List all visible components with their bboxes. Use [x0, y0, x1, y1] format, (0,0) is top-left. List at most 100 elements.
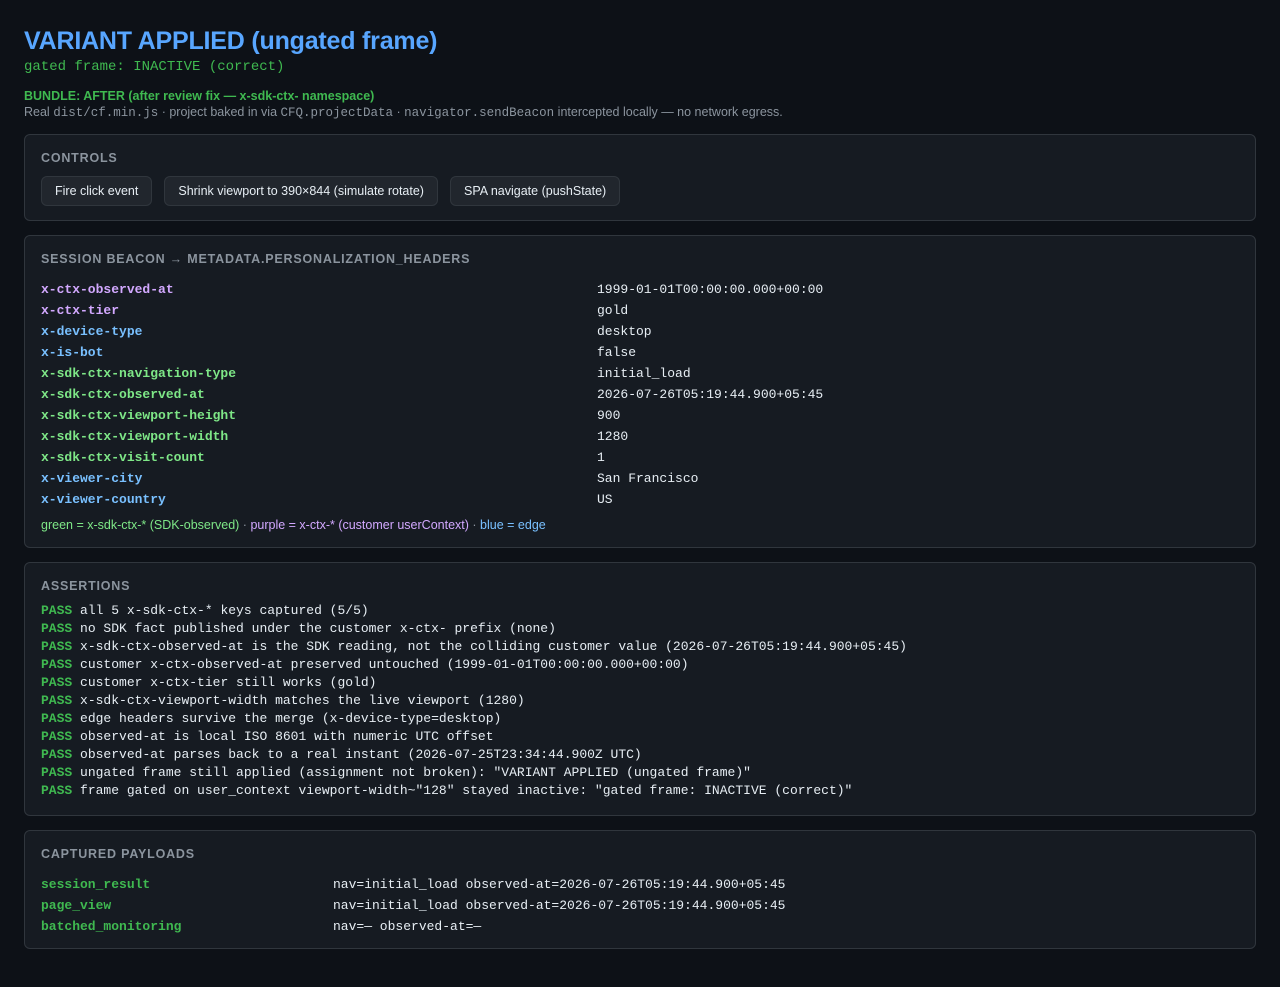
- session-beacon-title: SESSION BEACON → METADATA.PERSONALIZATIO…: [41, 252, 471, 266]
- header-value: desktop: [597, 324, 652, 339]
- header-key: x-ctx-tier: [41, 303, 120, 318]
- controls-panel: CONTROLS Fire click event Shrink viewpor…: [24, 134, 1256, 221]
- header-key: x-viewer-country: [41, 492, 166, 507]
- page-title: VARIANT APPLIED (ungated frame): [24, 27, 438, 55]
- assertion-status: PASS: [41, 621, 73, 636]
- assertion-text: observed-at parses back to a real instan…: [80, 747, 642, 762]
- header-value: 1280: [597, 429, 629, 444]
- header-value: initial_load: [597, 366, 691, 381]
- assertion-status: PASS: [41, 693, 73, 708]
- bundle-file: dist/cf.min.js: [53, 106, 159, 120]
- assertion-text: x-sdk-ctx-viewport-width matches the liv…: [80, 693, 525, 708]
- header-value: San Francisco: [597, 471, 699, 486]
- payload-summary: nav=initial_load observed-at=2026-07-26T…: [333, 898, 786, 913]
- header-key: x-device-type: [41, 324, 143, 339]
- header-row: x-sdk-ctx-viewport-width 1280: [41, 426, 1239, 447]
- header-key: x-viewer-city: [41, 471, 143, 486]
- header-key: x-sdk-ctx-viewport-width: [41, 429, 229, 444]
- payload-summary: nav=— observed-at=—: [333, 919, 482, 934]
- fire-click-button[interactable]: Fire click event: [41, 176, 153, 206]
- header-key: x-sdk-ctx-navigation-type: [41, 366, 237, 381]
- assertion-text: observed-at is local ISO 8601 with numer…: [80, 729, 494, 744]
- header-row: x-sdk-ctx-visit-count 1: [41, 447, 1239, 468]
- assertion-row: PASS all 5 x-sdk-ctx-* keys captured (5/…: [41, 602, 1239, 620]
- payload-list: session_result nav=initial_load observed-…: [41, 874, 1239, 937]
- assertion-status: PASS: [41, 603, 73, 618]
- assertion-status: PASS: [41, 747, 73, 762]
- bundle-label: BUNDLE: AFTER (after review fix — x-sdk-…: [24, 89, 375, 103]
- header-key: x-is-bot: [41, 345, 104, 360]
- assertions-panel: ASSERTIONS PASS all 5 x-sdk-ctx-* keys c…: [24, 562, 1256, 816]
- header-row: x-ctx-tier gold: [41, 300, 1239, 321]
- header-key: x-ctx-observed-at: [41, 282, 174, 297]
- controls-title: CONTROLS: [41, 151, 118, 165]
- assertion-row: PASS x-sdk-ctx-viewport-width matches th…: [41, 692, 1239, 710]
- assertion-text: all 5 x-sdk-ctx-* keys captured (5/5): [80, 603, 369, 618]
- header-row: x-viewer-city San Francisco: [41, 468, 1239, 489]
- legend-green: green = x-sdk-ctx-* (SDK-observed): [41, 518, 240, 532]
- assertion-text: edge headers survive the merge (x-device…: [80, 711, 502, 726]
- assertion-row: PASS frame gated on user_context viewpor…: [41, 782, 1239, 800]
- legend-blue: blue = edge: [480, 518, 546, 532]
- assertion-row: PASS x-sdk-ctx-observed-at is the SDK re…: [41, 638, 1239, 656]
- assertion-row: PASS observed-at parses back to a real i…: [41, 746, 1239, 764]
- header-row: x-sdk-ctx-viewport-height 900: [41, 405, 1239, 426]
- assertion-row: PASS customer x-ctx-observed-at preserve…: [41, 656, 1239, 674]
- header-row: x-ctx-observed-at 1999-01-01T00:00:00.000…: [41, 279, 1239, 300]
- assertion-text: ungated frame still applied (assignment …: [80, 765, 751, 780]
- gated-frame-status: gated frame: INACTIVE (correct): [24, 59, 285, 75]
- assertion-row: PASS no SDK fact published under the cus…: [41, 620, 1239, 638]
- header-row: x-is-bot false: [41, 342, 1239, 363]
- assertion-status: PASS: [41, 765, 73, 780]
- color-legend: green = x-sdk-ctx-* (SDK-observed) · pur…: [41, 518, 546, 532]
- header-value: 2026-07-26T05:19:44.900+05:45: [597, 387, 824, 402]
- header-row: x-device-type desktop: [41, 321, 1239, 342]
- assertions-title: ASSERTIONS: [41, 579, 131, 593]
- header-key: x-sdk-ctx-observed-at: [41, 387, 205, 402]
- legend-purple: purple = x-ctx-* (customer userContext): [250, 518, 469, 532]
- header-value: 1999-01-01T00:00:00.000+00:00: [597, 282, 824, 297]
- assertion-row: PASS ungated frame still applied (assign…: [41, 764, 1239, 782]
- assertion-text: customer x-ctx-tier still works (gold): [80, 675, 377, 690]
- header-key: x-sdk-ctx-viewport-height: [41, 408, 237, 423]
- assertion-status: PASS: [41, 783, 73, 798]
- assertion-status: PASS: [41, 639, 73, 654]
- header-value: 1: [597, 450, 605, 465]
- assertion-status: PASS: [41, 675, 73, 690]
- payload-row: session_result nav=initial_load observed-…: [41, 874, 1239, 895]
- assertion-status: PASS: [41, 711, 73, 726]
- payload-summary: nav=initial_load observed-at=2026-07-26T…: [333, 877, 786, 892]
- assertion-status: PASS: [41, 657, 73, 672]
- payload-row: page_view nav=initial_load observed-at=20…: [41, 895, 1239, 916]
- assertion-text: customer x-ctx-observed-at preserved unt…: [80, 657, 689, 672]
- payload-row: batched_monitoring nav=— observed-at=—: [41, 916, 1239, 937]
- captured-payloads-title: CAPTURED PAYLOADS: [41, 847, 195, 861]
- assertion-text: x-sdk-ctx-observed-at is the SDK reading…: [80, 639, 907, 654]
- assertion-row: PASS edge headers survive the merge (x-d…: [41, 710, 1239, 728]
- assertion-list: PASS all 5 x-sdk-ctx-* keys captured (5/…: [41, 602, 1239, 800]
- header-key: x-sdk-ctx-visit-count: [41, 450, 205, 465]
- payload-name: batched_monitoring: [41, 919, 182, 934]
- assertion-text: frame gated on user_context viewport-wid…: [80, 783, 853, 798]
- assertion-row: PASS observed-at is local ISO 8601 with …: [41, 728, 1239, 746]
- captured-payloads-panel: CAPTURED PAYLOADS session_result nav=init…: [24, 830, 1256, 949]
- session-beacon-panel: SESSION BEACON → METADATA.PERSONALIZATIO…: [24, 235, 1256, 548]
- assertion-row: PASS customer x-ctx-tier still works (go…: [41, 674, 1239, 692]
- header-row: x-viewer-country US: [41, 489, 1239, 510]
- header-value: false: [597, 345, 637, 360]
- assertion-status: PASS: [41, 729, 73, 744]
- header-list: x-ctx-observed-at 1999-01-01T00:00:00.000…: [41, 279, 1239, 510]
- shrink-viewport-button[interactable]: Shrink viewport to 390×844 (simulate rot…: [164, 176, 438, 206]
- payload-name: page_view: [41, 898, 112, 913]
- payload-name: session_result: [41, 877, 151, 892]
- spa-navigate-button[interactable]: SPA navigate (pushState): [449, 176, 621, 206]
- send-beacon-ref: navigator.sendBeacon: [404, 106, 555, 120]
- header-row: x-sdk-ctx-navigation-type initial_load: [41, 363, 1239, 384]
- header-value: 900: [597, 408, 621, 423]
- header-row: x-sdk-ctx-observed-at 2026-07-26T05:19:44…: [41, 384, 1239, 405]
- header-value: US: [597, 492, 613, 507]
- header-value: gold: [597, 303, 629, 318]
- assertion-text: no SDK fact published under the customer…: [80, 621, 556, 636]
- project-data-ref: CFQ.projectData: [280, 106, 394, 120]
- description: Real dist/cf.min.js · project baked in v…: [24, 105, 783, 120]
